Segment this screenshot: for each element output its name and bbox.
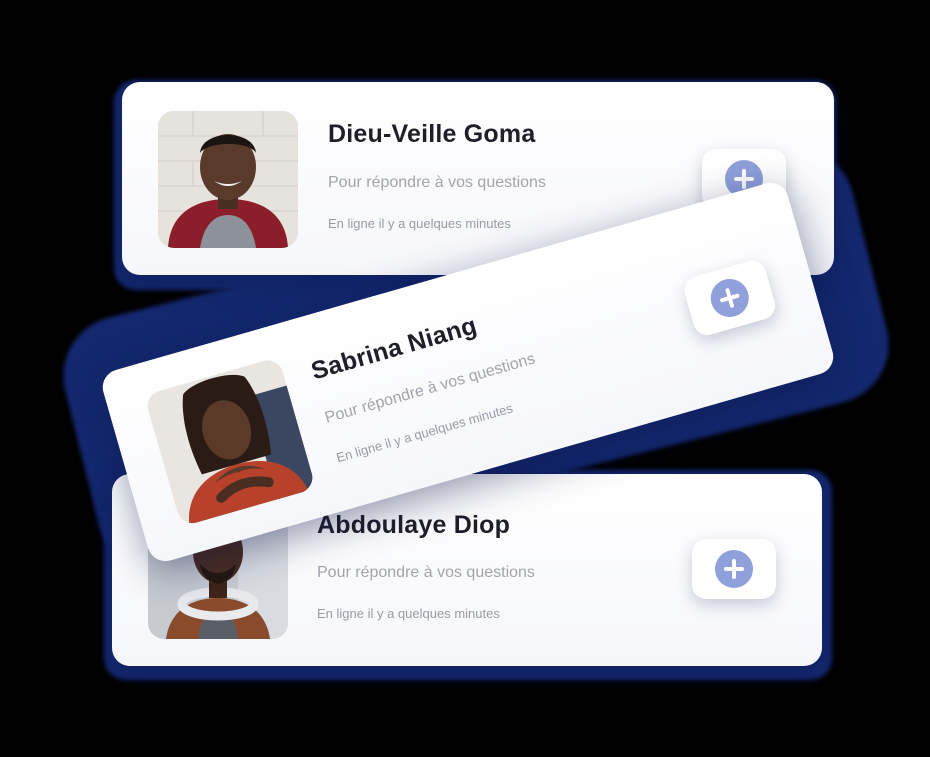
plus-circle-icon	[715, 550, 753, 588]
contact-cards-stage: Dieu-Veille Goma Pour répondre à vos que…	[0, 0, 930, 757]
plus-circle-icon	[706, 274, 754, 322]
contact-name: Abdoulaye Diop	[317, 511, 511, 539]
avatar	[143, 356, 317, 527]
add-contact-button[interactable]	[681, 257, 779, 339]
person-photo-icon	[158, 111, 298, 248]
contact-status: En ligne il y a quelques minutes	[328, 216, 511, 231]
contact-name: Dieu-Veille Goma	[328, 120, 536, 148]
add-contact-button[interactable]	[692, 539, 776, 599]
contact-subtitle: Pour répondre à vos questions	[317, 564, 535, 581]
contact-subtitle: Pour répondre à vos questions	[328, 174, 546, 191]
person-photo-icon	[143, 356, 317, 527]
avatar	[158, 111, 298, 248]
contact-status: En ligne il y a quelques minutes	[317, 606, 500, 621]
